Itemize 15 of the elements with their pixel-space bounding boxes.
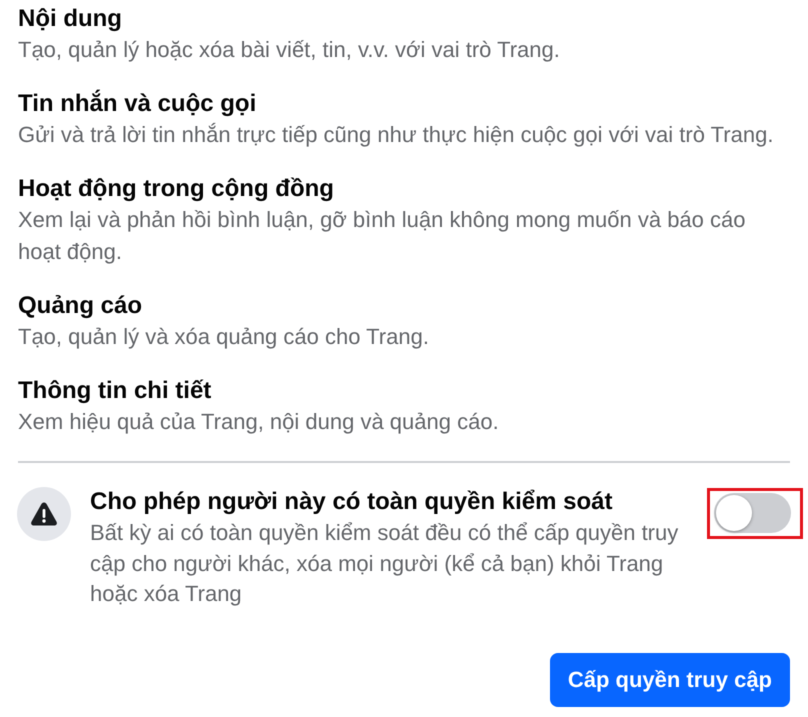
full-control-description: Bất kỳ ai có toàn quyền kiểm soát đều có thể cấp quyền truy cập cho người khác, xóa mọi người (kể cả bạn) khỏi Trang hoặc xóa Trang	[90, 519, 680, 608]
permission-title: Nội dung	[18, 4, 122, 34]
permission-title: Hoạt động trong cộng đồng	[18, 174, 334, 204]
permission-description: Gửi và trả lời tin nhắn trực tiếp cũng như thực hiện cuộc gọi với vai trò Trang.	[18, 121, 774, 149]
full-control-toggle[interactable]	[714, 493, 791, 533]
grant-access-button[interactable]: Cấp quyền truy cập	[550, 652, 790, 706]
full-control-title: Cho phép người này có toàn quyền kiểm soát	[90, 487, 613, 517]
permission-description: Tạo, quản lý và xóa quảng cáo cho Trang.	[18, 323, 429, 351]
permission-description: Xem hiệu quả của Trang, nội dung và quảng cáo.	[18, 408, 499, 436]
permission-title: Quảng cáo	[18, 291, 142, 321]
permission-title: Tin nhắn và cuộc gọi	[18, 89, 256, 119]
permission-title: Thông tin chi tiết	[18, 376, 212, 406]
permission-description: Tạo, quản lý hoặc xóa bài viết, tin, v.v. với vai trò Trang.	[18, 36, 560, 64]
warning-icon	[17, 487, 71, 541]
permission-description: Xem lại và phản hồi bình luận, gỡ bình luận không mong muốn và báo cáo hoạt động.	[18, 206, 746, 266]
